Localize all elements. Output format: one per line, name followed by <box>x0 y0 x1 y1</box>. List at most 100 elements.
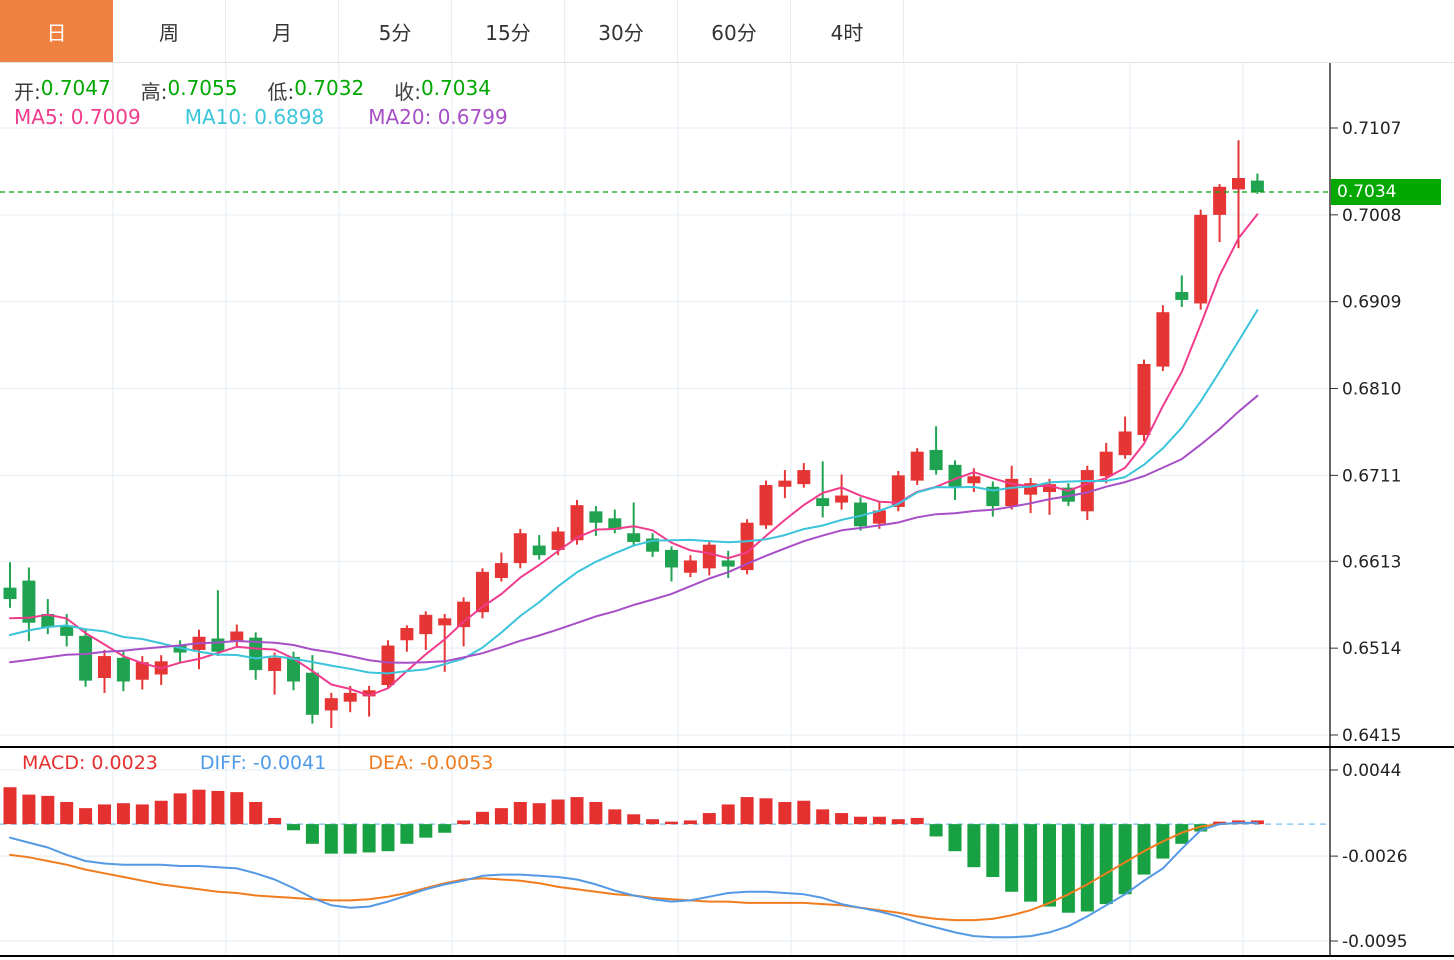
candle-body <box>929 449 943 471</box>
macd-bar <box>721 804 735 825</box>
high-label: 高: <box>140 80 168 104</box>
macd-bar <box>532 803 546 825</box>
macd-bar <box>570 797 584 825</box>
candle-body <box>816 498 830 507</box>
tab-30min[interactable]: 30分 <box>565 0 678 62</box>
macd-bar <box>646 819 660 825</box>
candle-body <box>1232 177 1245 190</box>
macd-bar <box>438 824 452 833</box>
high-value: 0.7055 <box>167 76 238 100</box>
macd-bar <box>98 804 111 825</box>
candle-body <box>98 656 111 678</box>
candle-body <box>835 495 849 503</box>
macd-bar <box>400 824 414 844</box>
diff-value: -0.0041 <box>252 752 327 774</box>
candle-body <box>1137 363 1151 436</box>
candle-body <box>910 451 924 481</box>
macd-axis-label: -0.0026 <box>1342 847 1408 867</box>
candle-body <box>343 692 357 702</box>
macd-bar <box>589 801 603 825</box>
ohlc-legend: 开: 0.7047 高: 0.7055 低: 0.7032 收: 0.7034 <box>14 76 521 105</box>
candle-body <box>438 618 452 626</box>
macd-bar <box>872 816 886 825</box>
macd-bar <box>778 801 792 825</box>
diff-label: DIFF: <box>199 752 247 774</box>
macd-bar <box>135 804 149 825</box>
candle-body <box>419 614 433 635</box>
macd-bar <box>551 799 565 825</box>
ma10-label: MA10: <box>184 105 248 129</box>
candle-body <box>305 672 319 715</box>
candle-body <box>1194 214 1208 304</box>
candle-body <box>967 476 981 484</box>
ma10-value: 0.6898 <box>254 105 325 129</box>
candle-body <box>324 698 338 711</box>
timeframe-tabs: 日周月 5分 15分 30分 60分 4时 <box>0 0 1454 63</box>
macd-bar <box>910 817 924 825</box>
low-value: 0.7032 <box>294 76 365 100</box>
macd-bar <box>1080 824 1094 912</box>
ma20-label: MA20: <box>368 105 432 129</box>
macd-bar <box>419 824 433 838</box>
tab-4hour[interactable]: 4时 <box>791 0 904 62</box>
price-axis-label: 0.7008 <box>1342 206 1401 226</box>
price-axis-label: 0.6909 <box>1342 293 1401 313</box>
tab-5min[interactable]: 5分 <box>339 0 452 62</box>
tab-15min[interactable]: 15分 <box>452 0 565 62</box>
price-axis-label: 0.7107 <box>1342 119 1401 139</box>
current-price-tag: 0.7034 <box>1331 179 1441 205</box>
macd-value: 0.0023 <box>91 752 158 774</box>
macd-bar <box>343 824 357 854</box>
macd-bar <box>835 813 849 825</box>
ma20-value: 0.6799 <box>437 105 508 129</box>
macd-bar <box>948 824 962 852</box>
chart-canvas[interactable]: 0.7107 0.7008 0.6909 0.6810 0.6711 0.6613 0.65… <box>0 0 1454 960</box>
candle-body <box>683 560 697 573</box>
candle-body <box>1250 180 1264 193</box>
candle-body <box>457 601 471 628</box>
candle-body <box>627 533 641 543</box>
macd-bar <box>854 816 867 825</box>
macd-bar <box>154 800 168 825</box>
macd-bar <box>192 789 206 825</box>
tab-week[interactable]: 周 <box>113 0 226 62</box>
macd-bar <box>1005 824 1019 892</box>
candle-body <box>1118 431 1132 456</box>
low-label: 低: <box>267 80 295 104</box>
candle-body <box>1156 312 1170 367</box>
candle-body <box>211 638 225 652</box>
macd-bar <box>1061 824 1075 913</box>
macd-bar <box>173 793 187 825</box>
open-label: 开: <box>14 80 41 104</box>
macd-bar <box>986 824 1000 878</box>
macd-bar <box>305 824 319 844</box>
macd-axis-label: 0.0044 <box>1342 761 1401 781</box>
tab-60min[interactable]: 60分 <box>678 0 791 62</box>
candle-body <box>702 544 716 569</box>
ma5-line <box>9 213 1259 697</box>
macd-bar <box>797 800 811 825</box>
macd-bar <box>702 813 716 825</box>
candle-body <box>513 533 527 564</box>
candle-body <box>268 657 282 671</box>
macd-bar <box>60 801 74 825</box>
candle-body <box>797 470 811 485</box>
tab-month[interactable]: 月 <box>226 0 339 62</box>
candle-body <box>721 560 735 567</box>
macd-bar <box>1099 824 1113 905</box>
ma5-value: 0.7009 <box>70 105 141 129</box>
macd-bar <box>41 795 55 825</box>
macd-bar <box>967 824 981 868</box>
ma-legend: MA5: 0.7009 MA10: 0.6898 MA20: 0.6799 <box>14 105 552 129</box>
tab-day[interactable]: 日 <box>0 0 113 62</box>
macd-legend: MACD: 0.0023 DIFF: -0.0041 DEA: -0.0053 <box>22 752 535 774</box>
macd-bar <box>665 821 678 825</box>
macd-bar <box>211 790 225 825</box>
candle-body <box>665 549 678 568</box>
price-axis-label: 0.6711 <box>1342 466 1401 486</box>
candle-body <box>381 645 395 686</box>
macd-label: MACD: <box>22 752 86 774</box>
candle-body <box>778 480 792 487</box>
macd-bar <box>116 803 130 825</box>
candle-body <box>1213 186 1227 215</box>
